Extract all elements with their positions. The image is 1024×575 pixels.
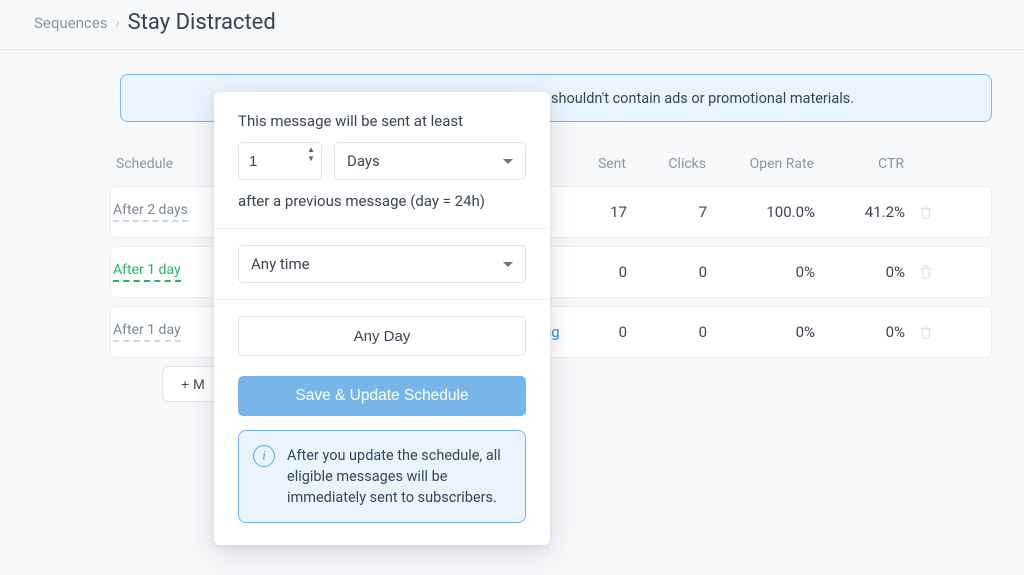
popover-subtext: after a previous message (day = 24h)	[238, 192, 526, 210]
cell-clicks: 0	[627, 263, 707, 281]
cell-sent: 0	[557, 323, 627, 341]
cell-ctr: 41.2%	[815, 203, 905, 221]
popover-info-box: After you update the schedule, all eligi…	[238, 430, 526, 523]
breadcrumb-parent[interactable]: Sequences	[34, 14, 107, 32]
cell-sent: 0	[557, 263, 627, 281]
cell-clicks: 7	[627, 203, 707, 221]
trash-icon[interactable]	[918, 324, 934, 340]
th-sent: Sent	[556, 156, 626, 172]
popover-timing-section: This message will be sent at least ▲ ▼ D…	[214, 92, 550, 228]
breadcrumb: Sequences › Stay Distracted	[0, 0, 1024, 49]
th-open-rate: Open Rate	[706, 156, 814, 172]
schedule-popover: This message will be sent at least ▲ ▼ D…	[214, 92, 550, 545]
chevron-right-icon: ›	[115, 15, 119, 31]
schedule-cell[interactable]: After 1 day	[113, 262, 181, 282]
trash-icon[interactable]	[918, 204, 934, 220]
any-day-button[interactable]: Any Day	[238, 316, 526, 356]
info-banner-text: shouldn't contain ads or promotional mat…	[551, 90, 854, 107]
cell-open-rate: 0%	[707, 323, 815, 341]
info-icon	[253, 445, 275, 467]
th-clicks: Clicks	[626, 156, 706, 172]
chevron-down-icon	[503, 159, 513, 164]
page-title: Stay Distracted	[128, 10, 276, 35]
stepper-down-icon[interactable]: ▼	[307, 155, 315, 163]
delay-number-input[interactable]: ▲ ▼	[238, 142, 322, 180]
save-schedule-button[interactable]: Save & Update Schedule	[238, 376, 526, 416]
cell-open-rate: 100.0%	[707, 203, 815, 221]
popover-day-section: Any Day	[214, 300, 550, 362]
th-schedule: Schedule	[116, 156, 226, 172]
th-ctr: CTR	[814, 156, 904, 172]
trash-icon[interactable]	[918, 264, 934, 280]
popover-footer: Save & Update Schedule After you update …	[214, 362, 550, 545]
schedule-cell[interactable]: After 2 days	[113, 202, 188, 222]
cell-sent: 17	[557, 203, 627, 221]
popover-time-section: Any time	[214, 229, 550, 299]
delivery-time-value: Any time	[251, 255, 310, 273]
delivery-time-select[interactable]: Any time	[238, 245, 526, 283]
delay-unit-select[interactable]: Days	[334, 142, 526, 180]
stepper-up-icon[interactable]: ▲	[307, 146, 315, 154]
cell-open-rate: 0%	[707, 263, 815, 281]
schedule-cell[interactable]: After 1 day	[113, 322, 181, 342]
delay-number-field[interactable]	[239, 143, 295, 179]
cell-ctr: 0%	[815, 263, 905, 281]
chevron-down-icon	[503, 262, 513, 267]
cell-ctr: 0%	[815, 323, 905, 341]
delay-unit-value: Days	[347, 152, 380, 170]
cell-clicks: 0	[627, 323, 707, 341]
popover-info-text: After you update the schedule, all eligi…	[287, 445, 509, 508]
popover-heading: This message will be sent at least	[238, 112, 526, 130]
